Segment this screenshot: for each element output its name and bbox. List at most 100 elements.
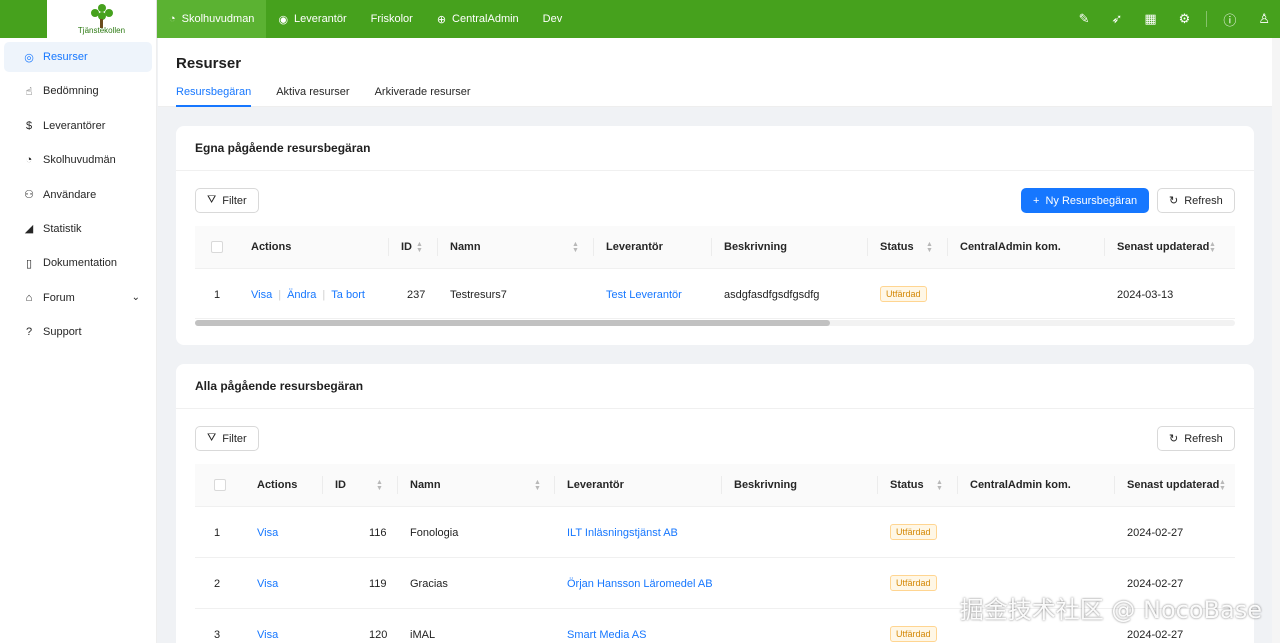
card-title: Alla pågående resursbegäran xyxy=(176,364,1254,409)
delete-link[interactable]: Ta bort xyxy=(331,289,365,301)
topnav-centraladmin[interactable]: ⊕ CentralAdmin xyxy=(425,0,531,38)
column-separator xyxy=(867,238,868,256)
action-divider: | xyxy=(322,289,326,301)
column-header-namn[interactable]: Namn xyxy=(410,479,441,491)
help-icon[interactable]: ⓘ xyxy=(1223,10,1236,29)
column-header-id[interactable]: ID xyxy=(401,241,412,253)
status-badge: Utfärdad xyxy=(880,286,927,302)
cell-namn: Gracias xyxy=(410,578,448,590)
sort-icon[interactable]: ▲ ▼ xyxy=(936,479,943,492)
highlighter-icon[interactable]: ✎ xyxy=(1079,11,1090,27)
settings-icon[interactable]: ⚙ xyxy=(1179,11,1191,27)
rocket-icon[interactable]: ➶ xyxy=(1111,11,1122,27)
area-chart-icon: ◢ xyxy=(24,223,34,236)
column-header-leverantor: Leverantör xyxy=(567,479,624,491)
reload-icon: ↻ xyxy=(1169,433,1179,445)
sidebar-item-bedomning[interactable]: ☝ Bedömning xyxy=(4,76,152,106)
cell-leverantor-link[interactable]: Smart Media AS xyxy=(567,629,646,641)
cell-senast-updaterad: 2024-02-27 xyxy=(1127,578,1184,590)
sort-icon[interactable]: ▲ ▼ xyxy=(572,241,579,254)
sort-icon[interactable]: ▲ ▼ xyxy=(416,241,423,254)
sort-icon[interactable]: ▲ ▼ xyxy=(534,479,541,492)
column-header-senast-updaterad[interactable]: Senast updaterad xyxy=(1127,479,1219,491)
topnav-leverantor[interactable]: ◉ Leverantör xyxy=(266,0,358,38)
sidebar-item-leverantorer[interactable]: $ Leverantörer xyxy=(4,111,152,141)
column-header-status[interactable]: Status xyxy=(880,241,914,253)
bulb-icon: ◉ xyxy=(278,13,289,26)
scrollbar-thumb[interactable] xyxy=(195,320,830,326)
chevron-down-icon: ⌄ xyxy=(131,292,140,304)
sidebar-item-label: Forum xyxy=(43,291,75,304)
filter-button[interactable]: ⛛ Filter xyxy=(195,426,259,451)
view-link[interactable]: Visa xyxy=(257,629,278,641)
column-header-actions: Actions xyxy=(251,241,292,253)
user-icon[interactable]: ♙ xyxy=(1258,11,1270,27)
edit-link[interactable]: Ändra xyxy=(287,289,316,301)
cell-leverantor-link[interactable]: Test Leverantör xyxy=(606,289,682,301)
tab-arkiverade-resurser[interactable]: Arkiverade resurser xyxy=(375,86,471,107)
sort-icon[interactable]: ▲ ▼ xyxy=(1209,241,1216,254)
sidebar-item-statistik[interactable]: ◢ Statistik xyxy=(4,214,152,244)
sidebar-item-dokumentation[interactable]: ▯ Dokumentation xyxy=(4,248,152,278)
apps-icon[interactable]: ▦ xyxy=(1144,11,1156,27)
column-separator xyxy=(1104,238,1105,256)
select-all-checkbox[interactable] xyxy=(214,479,226,491)
sidebar-item-label: Support xyxy=(43,326,82,339)
topnav-dev[interactable]: Dev xyxy=(531,0,575,38)
cell-namn: iMAL xyxy=(410,629,436,641)
filter-button[interactable]: ⛛ Filter xyxy=(195,188,259,213)
sidebar-item-anvandare[interactable]: ⚇ Användare xyxy=(4,180,152,210)
tab-resursbegaran[interactable]: Resursbegäran xyxy=(176,86,252,107)
topnav-label: Skolhuvudman xyxy=(181,13,255,25)
sidebar-item-label: Skolhuvudmän xyxy=(43,154,116,167)
top-navigation-bar: Tjänstekollen ◔ Skolhuvudman ◉ Leverantör … xyxy=(0,0,1280,38)
column-separator xyxy=(437,238,438,256)
column-header-centraladmin: CentralAdmin kom. xyxy=(970,479,1071,491)
cell-namn: Testresurs7 xyxy=(450,289,507,301)
sidebar-item-resurser[interactable]: ◎ Resurser xyxy=(4,42,152,72)
column-header-id[interactable]: ID xyxy=(335,479,346,491)
users-icon: ⚇ xyxy=(24,189,34,202)
new-request-button[interactable]: + Ny Resursbegäran xyxy=(1021,188,1150,213)
divider xyxy=(1206,11,1208,27)
column-separator xyxy=(957,476,958,494)
sidebar-item-forum[interactable]: ⌂ Forum ⌄ xyxy=(4,283,152,313)
sort-icon[interactable]: ▲ ▼ xyxy=(926,241,933,254)
sort-icon[interactable]: ▲ ▼ xyxy=(376,479,383,492)
refresh-button[interactable]: ↻ Refresh xyxy=(1157,188,1235,213)
topnav-skolhuvudman[interactable]: ◔ Skolhuvudman xyxy=(157,0,267,38)
tab-aktiva-resurser[interactable]: Aktiva resurser xyxy=(276,86,349,107)
button-label: Ny Resursbegäran xyxy=(1045,194,1138,207)
sort-icon[interactable]: ▲ ▼ xyxy=(1219,479,1226,492)
button-label: Refresh xyxy=(1184,432,1223,445)
apple-icon: ◔ xyxy=(25,154,33,167)
cell-leverantor-link[interactable]: ILT Inläsningstjänst AB xyxy=(567,527,678,539)
button-label: Filter xyxy=(222,432,247,445)
status-badge: Utfärdad xyxy=(890,575,937,591)
column-separator xyxy=(593,238,594,256)
column-header-actions: Actions xyxy=(257,479,298,491)
view-link[interactable]: Visa xyxy=(257,578,278,590)
select-all-checkbox[interactable] xyxy=(211,241,223,253)
tree-logo-icon xyxy=(89,3,115,28)
cell-id: 116 xyxy=(369,527,387,539)
horizontal-scrollbar[interactable] xyxy=(195,320,1235,326)
topnav-label: Friskolor xyxy=(370,13,413,25)
view-link[interactable]: Visa xyxy=(251,289,272,301)
table-header: Actions ID ▲ ▼ Namn ▲ ▼ Leverantör Beskriv… xyxy=(195,226,1235,269)
cell-leverantor-link[interactable]: Örjan Hansson Läromedel AB xyxy=(567,578,713,590)
refresh-button[interactable]: ↻ Refresh xyxy=(1157,426,1235,451)
thumbs-up-icon: ☝ xyxy=(25,85,33,98)
column-header-namn[interactable]: Namn xyxy=(450,241,481,253)
button-label: Filter xyxy=(222,194,247,207)
sidebar-item-support[interactable]: ? Support xyxy=(4,317,152,347)
app-logo[interactable]: Tjänstekollen xyxy=(47,0,157,38)
column-header-status[interactable]: Status xyxy=(890,479,924,491)
sidebar-item-label: Resurser xyxy=(43,51,88,63)
column-header-senast-updaterad[interactable]: Senast updaterad xyxy=(1117,241,1209,253)
sidebar-item-skolhuvudman[interactable]: ◔ Skolhuvudmän xyxy=(4,145,152,175)
topnav-friskolor[interactable]: Friskolor xyxy=(359,0,425,38)
page-scrollbar[interactable] xyxy=(1272,38,1280,643)
view-link[interactable]: Visa xyxy=(257,527,278,539)
status-badge: Utfärdad xyxy=(890,524,937,540)
